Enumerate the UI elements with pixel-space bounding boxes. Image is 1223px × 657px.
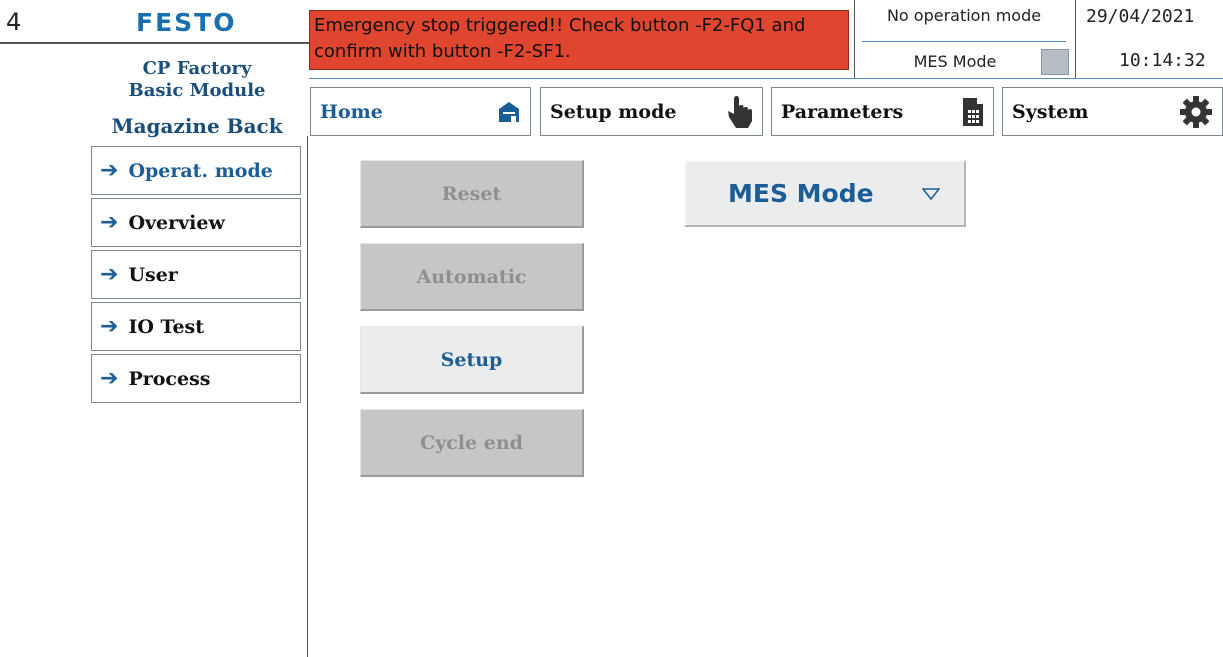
gear-icon — [1179, 95, 1213, 129]
arrow-right-icon: ➔ — [100, 262, 119, 287]
cycle-end-button[interactable]: Cycle end — [360, 409, 584, 477]
nav-parameters-label: Parameters — [781, 100, 904, 123]
arrow-right-icon: ➔ — [100, 210, 119, 235]
sidebar-item-io-test[interactable]: ➔ IO Test — [91, 302, 301, 351]
arrow-right-icon: ➔ — [100, 158, 119, 183]
sidebar-item-label: Operat. mode — [128, 159, 273, 182]
arrow-right-icon: ➔ — [100, 314, 119, 339]
festo-logo: FESTO — [136, 8, 237, 37]
header-divider — [1075, 0, 1076, 78]
sidebar-item-user[interactable]: ➔ User — [91, 250, 301, 299]
date-display: 29/04/2021 — [1086, 6, 1195, 27]
nav-home-label: Home — [320, 100, 383, 123]
nav-parameters-button[interactable]: Parameters — [771, 87, 994, 136]
mes-mode-dropdown[interactable]: MES Mode — [684, 160, 966, 227]
mes-mode-label: MES Mode — [913, 52, 997, 71]
arrow-right-icon: ➔ — [100, 366, 119, 391]
sidebar-item-overview[interactable]: ➔ Overview — [91, 198, 301, 247]
sidebar-item-label: IO Test — [128, 315, 205, 338]
automatic-button[interactable]: Automatic — [360, 243, 584, 311]
nav-system-button[interactable]: System — [1002, 87, 1223, 136]
hand-pointer-icon — [727, 95, 753, 129]
sidebar-item-label: Overview — [128, 211, 225, 234]
time-display: 10:14:32 — [1119, 50, 1206, 71]
document-grid-icon — [962, 97, 984, 127]
callout-line — [0, 42, 312, 44]
station-line-1: CP Factory — [142, 58, 252, 79]
nav-setup-mode-button[interactable]: Setup mode — [540, 87, 763, 136]
header-divider — [862, 41, 1066, 42]
mes-mode-selected: MES Mode — [728, 179, 874, 208]
chevron-down-icon — [922, 187, 940, 200]
sidebar-divider — [307, 136, 308, 657]
station-line-3: Magazine Back — [111, 114, 283, 138]
header-bottom-line — [309, 78, 1223, 79]
mes-mode-indicator — [1041, 49, 1069, 75]
nav-setup-mode-label: Setup mode — [550, 100, 677, 123]
sidebar-item-label: Process — [128, 367, 211, 390]
nav-home-button[interactable]: Home — [310, 87, 531, 136]
station-line-2: Basic Module — [128, 80, 266, 101]
sidebar-item-process[interactable]: ➔ Process — [91, 354, 301, 403]
nav-system-label: System — [1012, 100, 1089, 123]
sidebar-item-operat-mode[interactable]: ➔ Operat. mode — [91, 146, 301, 195]
alarm-message: Emergency stop triggered!! Check button … — [309, 10, 849, 70]
operation-mode-status: No operation mode — [886, 6, 1042, 25]
callout-number: 4 — [6, 8, 22, 36]
reset-button[interactable]: Reset — [360, 160, 584, 228]
header-divider — [854, 0, 855, 78]
sidebar-item-label: User — [128, 263, 178, 286]
setup-button[interactable]: Setup — [360, 326, 584, 394]
home-icon — [497, 100, 521, 124]
